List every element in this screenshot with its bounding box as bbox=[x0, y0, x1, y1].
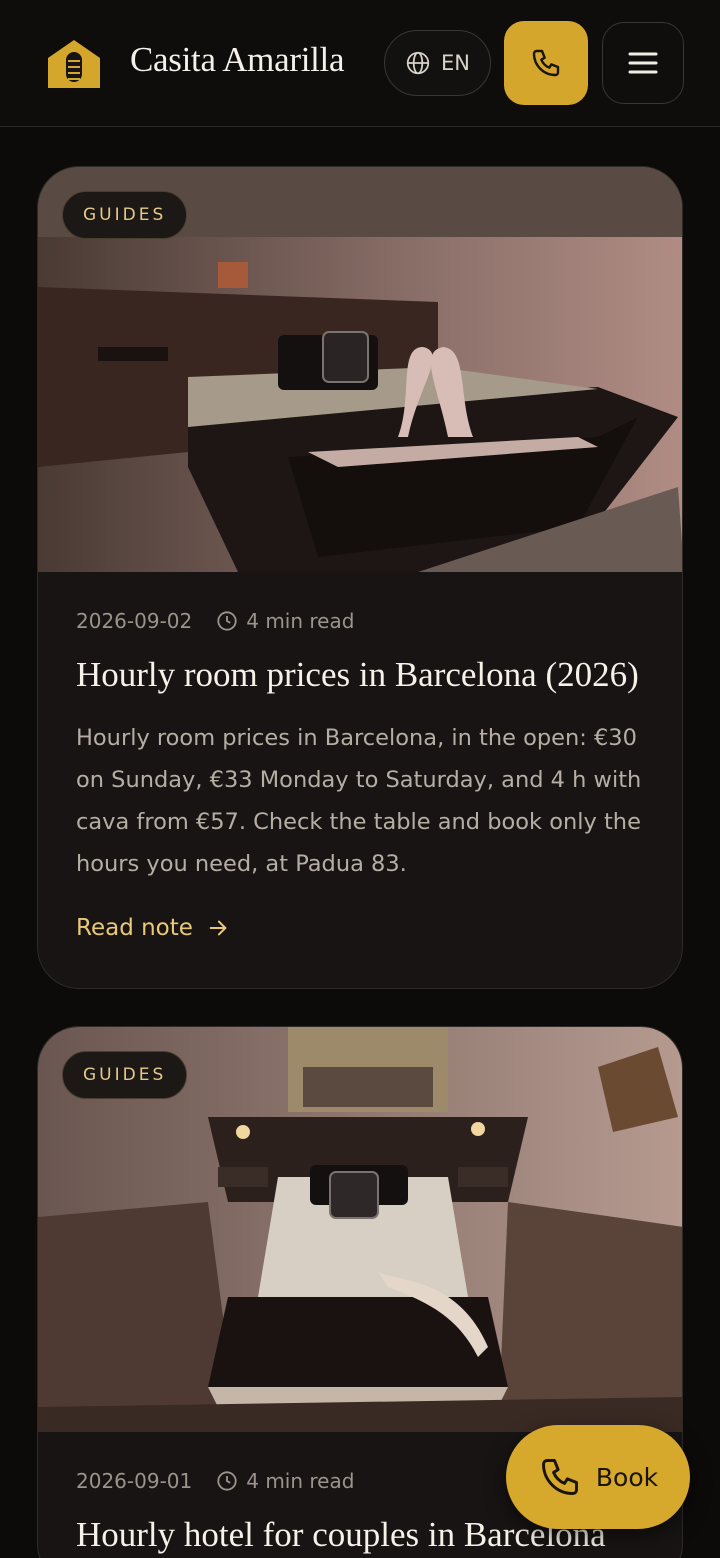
category-badge: GUIDES bbox=[62, 1051, 188, 1099]
post-date: 2026-09-02 bbox=[76, 609, 193, 633]
category-badge: GUIDES bbox=[62, 191, 188, 239]
language-label: EN bbox=[441, 51, 470, 75]
phone-icon bbox=[541, 1459, 578, 1495]
read-note-label: Read note bbox=[76, 915, 193, 941]
read-time: 4 min read bbox=[246, 609, 355, 633]
post-title[interactable]: Hourly room prices in Barcelona (2026) bbox=[76, 653, 676, 697]
book-label: Book bbox=[595, 1462, 659, 1492]
post-date: 2026-09-01 bbox=[76, 1469, 193, 1493]
hamburger-menu-icon bbox=[628, 52, 658, 74]
arrow-right-icon bbox=[209, 920, 227, 936]
site-header: Casita Amarilla EN bbox=[0, 0, 720, 127]
post-meta: 2026-09-01 4 min read bbox=[76, 1469, 354, 1493]
book-button[interactable]: Book bbox=[506, 1425, 690, 1529]
phone-icon bbox=[532, 49, 560, 77]
clock-icon bbox=[217, 611, 237, 631]
globe-icon bbox=[406, 51, 430, 75]
clock-icon bbox=[217, 1471, 237, 1491]
post-meta: 2026-09-02 4 min read bbox=[76, 609, 354, 633]
menu-button[interactable] bbox=[602, 22, 684, 104]
post-card[interactable]: GUIDES 2026-09-02 4 min read Hourly room… bbox=[37, 166, 683, 989]
language-button[interactable]: EN bbox=[384, 30, 491, 96]
house-logo-icon[interactable] bbox=[46, 36, 102, 90]
read-note-link[interactable]: Read note bbox=[76, 915, 229, 941]
call-button[interactable] bbox=[504, 21, 588, 105]
read-time: 4 min read bbox=[246, 1469, 355, 1493]
post-excerpt: Hourly room prices in Barcelona, in the … bbox=[76, 725, 642, 877]
brand-name[interactable]: Casita Amarilla bbox=[130, 40, 345, 80]
